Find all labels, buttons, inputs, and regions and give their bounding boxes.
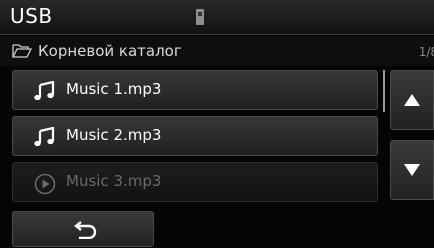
track-name: Music 2.mp3 [66, 126, 162, 144]
music-note-icon [34, 127, 55, 147]
music-note-icon [34, 81, 55, 101]
track-name: Music 1.mp3 [66, 80, 162, 98]
usb-drive-icon [196, 9, 204, 25]
triangle-up-icon [404, 94, 420, 106]
scroll-up-button[interactable] [390, 70, 434, 130]
current-folder-label: Корневой каталог [38, 42, 182, 60]
back-arrow-icon [74, 221, 97, 239]
track-row[interactable]: Music 1.mp3 [12, 70, 378, 110]
folder-open-icon [12, 44, 32, 58]
page-counter: 1/8 [418, 45, 434, 59]
back-button[interactable] [12, 211, 154, 247]
track-row[interactable]: Music 2.mp3 [12, 116, 378, 156]
title-bar: USB [0, 0, 434, 35]
track-row[interactable]: Music 3.mp3 [12, 162, 378, 202]
triangle-down-icon [404, 164, 420, 176]
play-circle-icon [34, 173, 56, 195]
folder-path-bar: Корневой каталог 1/8 [0, 36, 434, 66]
track-name: Music 3.mp3 [66, 172, 162, 190]
screen-title: USB [10, 4, 53, 28]
scroll-down-button[interactable] [390, 140, 434, 200]
scroll-position-indicator [383, 70, 385, 112]
